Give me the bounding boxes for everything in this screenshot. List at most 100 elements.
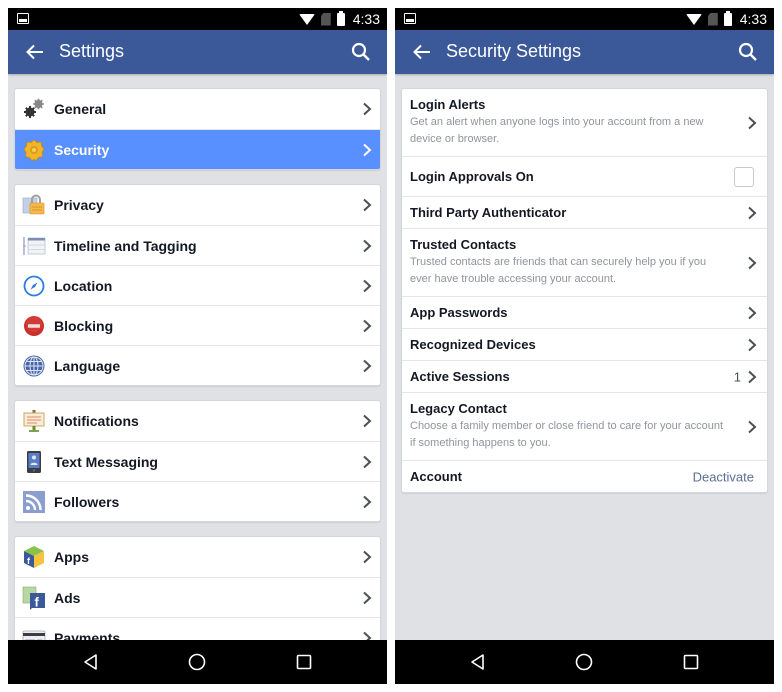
active-sessions-count: 1: [733, 369, 741, 384]
status-time: 4:33: [739, 11, 767, 27]
settings-item-label: Ads: [54, 589, 81, 606]
settings-item-general[interactable]: General: [15, 89, 380, 129]
image-notification-icon: [17, 13, 29, 24]
security-item-account: Account Deactivate: [402, 460, 767, 492]
settings-item-label: Blocking: [54, 317, 114, 334]
status-time: 4:33: [352, 11, 380, 27]
security-item-title: Recognized Devices: [410, 336, 536, 352]
ads-icon: f: [22, 586, 46, 610]
back-arrow-icon[interactable]: [411, 41, 433, 63]
security-settings-card: Login Alerts Get an alert when anyone lo…: [401, 88, 768, 493]
chevron-right-icon: [362, 239, 372, 253]
wifi-icon: [298, 13, 315, 25]
credit-card-icon: [22, 626, 46, 640]
settings-item-text-messaging[interactable]: Text Messaging: [15, 441, 380, 481]
security-item-description: Get an alert when anyone logs into your …: [410, 116, 704, 145]
chevron-right-icon: [362, 455, 372, 469]
chevron-right-icon: [362, 359, 372, 373]
status-bar: 4:33: [8, 8, 387, 30]
security-item-app-passwords[interactable]: App Passwords: [402, 296, 767, 328]
settings-item-blocking[interactable]: Blocking: [15, 305, 380, 345]
security-item-login-alerts[interactable]: Login Alerts Get an alert when anyone lo…: [402, 89, 767, 156]
phone-icon: [22, 450, 46, 474]
security-item-third-party-authenticator[interactable]: Third Party Authenticator: [402, 196, 767, 228]
nav-back-icon[interactable]: [82, 653, 100, 671]
nav-home-icon[interactable]: [188, 653, 206, 671]
security-item-title: Third Party Authenticator: [410, 204, 567, 220]
app-bar: Settings: [8, 30, 387, 74]
settings-item-payments[interactable]: Payments: [15, 617, 380, 640]
battery-icon: [336, 10, 345, 26]
compass-icon: [22, 274, 46, 298]
chevron-right-icon: [362, 319, 372, 333]
security-item-trusted-contacts[interactable]: Trusted Contacts Trusted contacts are fr…: [402, 228, 767, 296]
security-settings-screen: 4:33 Security Settings Login Alerts Get …: [395, 8, 774, 684]
chevron-right-icon: [747, 306, 757, 320]
security-item-active-sessions[interactable]: Active Sessions 1: [402, 360, 767, 392]
login-approvals-checkbox[interactable]: [734, 166, 754, 187]
settings-item-label: Notifications: [54, 413, 139, 429]
chevron-right-icon: [362, 279, 372, 293]
wifi-icon: [685, 13, 702, 25]
search-icon[interactable]: [737, 41, 759, 63]
chevron-right-icon: [747, 370, 757, 384]
status-bar: 4:33: [395, 8, 774, 30]
settings-item-label: Apps: [54, 549, 89, 565]
nav-home-icon[interactable]: [575, 653, 593, 671]
settings-item-label: Followers: [54, 493, 120, 510]
nav-recents-icon[interactable]: [682, 653, 700, 671]
settings-group-notifications: Notifications Text Messaging Followers: [14, 400, 381, 522]
settings-item-security[interactable]: Security: [15, 129, 380, 169]
nav-recents-icon[interactable]: [295, 653, 313, 671]
security-item-login-approvals[interactable]: Login Approvals On: [402, 156, 767, 196]
svg-text:f: f: [35, 595, 40, 610]
chevron-right-icon: [362, 550, 372, 564]
security-item-title: Trusted Contacts: [410, 237, 517, 252]
rss-icon: [22, 490, 46, 514]
settings-item-language[interactable]: Language: [15, 345, 380, 385]
settings-item-label: Language: [54, 357, 121, 374]
chevron-right-icon: [747, 420, 757, 434]
settings-item-label: Payments: [54, 629, 121, 641]
security-item-recognized-devices[interactable]: Recognized Devices: [402, 328, 767, 360]
chevron-right-icon: [362, 414, 372, 428]
android-nav-bar: [8, 640, 387, 684]
search-icon[interactable]: [350, 41, 372, 63]
chevron-right-icon: [747, 116, 757, 130]
security-badge-icon: [22, 138, 46, 162]
chevron-right-icon: [362, 631, 372, 640]
settings-item-ads[interactable]: f Ads: [15, 577, 380, 617]
chevron-right-icon: [747, 256, 757, 270]
android-nav-bar: [395, 640, 774, 684]
settings-item-label: Timeline and Tagging: [54, 237, 197, 254]
settings-item-followers[interactable]: Followers: [15, 481, 380, 521]
security-item-title: Login Approvals On: [410, 168, 534, 184]
no-sim-icon: [320, 12, 331, 26]
security-item-description: Choose a family member or close friend t…: [410, 420, 724, 449]
page-title: Settings: [59, 41, 125, 61]
chevron-right-icon: [362, 198, 372, 212]
battery-icon: [723, 10, 732, 26]
security-item-title: App Passwords: [410, 304, 508, 320]
privacy-lock-icon: [22, 193, 46, 217]
chevron-right-icon: [362, 591, 372, 605]
settings-item-privacy[interactable]: Privacy: [15, 185, 380, 225]
settings-item-location[interactable]: Location: [15, 265, 380, 305]
chevron-right-icon: [747, 206, 757, 220]
settings-group-account: General Security: [14, 88, 381, 170]
settings-item-label: Privacy: [54, 197, 104, 213]
app-bar: Security Settings: [395, 30, 774, 74]
settings-item-notifications[interactable]: Notifications: [15, 401, 380, 441]
security-item-title: Active Sessions: [410, 368, 510, 384]
deactivate-account-link[interactable]: Deactivate: [693, 469, 754, 484]
page-title: Security Settings: [446, 41, 582, 61]
settings-item-timeline-and-tagging[interactable]: Timeline and Tagging: [15, 225, 380, 265]
timeline-icon: [22, 234, 46, 258]
notifications-sign-icon: [22, 409, 46, 433]
chevron-right-icon: [362, 143, 372, 157]
nav-back-icon[interactable]: [469, 653, 487, 671]
settings-item-apps[interactable]: f Apps: [15, 537, 380, 577]
settings-item-label: Security: [54, 141, 110, 158]
security-item-legacy-contact[interactable]: Legacy Contact Choose a family member or…: [402, 392, 767, 460]
back-arrow-icon[interactable]: [24, 41, 46, 63]
